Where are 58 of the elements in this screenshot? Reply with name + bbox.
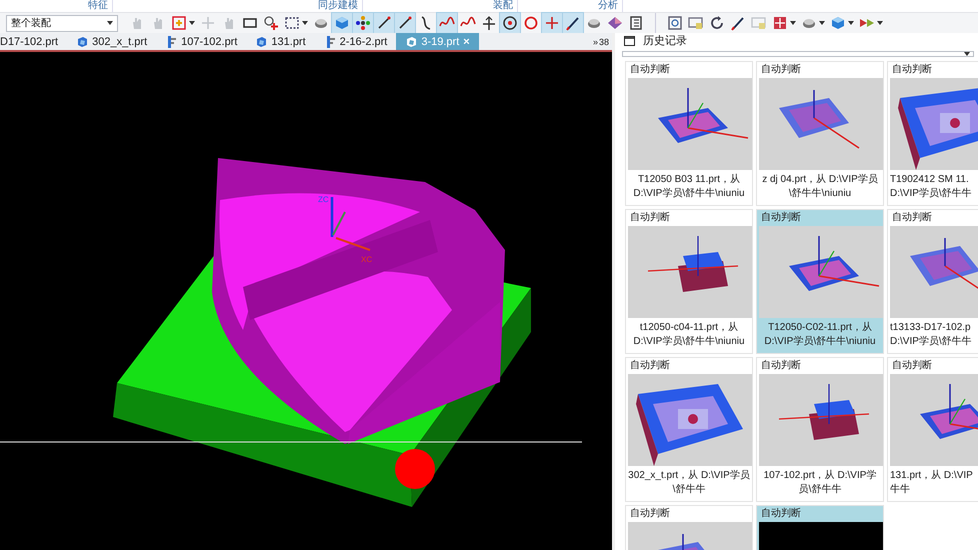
card-header: 自动判断 <box>760 358 802 373</box>
file-tab[interactable]: 302_x_t.prt <box>67 33 156 50</box>
file-caption: 131.prt，从 D:\VIP 牛牛 <box>890 468 974 497</box>
card-header: 自动判断 <box>891 62 933 77</box>
file-tab[interactable]: 131.prt <box>246 33 315 50</box>
file-caption: 107-102.prt，从 D:\VIP学 员\舒牛牛 <box>762 468 878 497</box>
file-caption: z dj 04.prt，从 D:\VIP学员 \舒牛牛\niuniu <box>761 172 879 201</box>
history-card[interactable]: 自动判断 <box>625 505 753 550</box>
history-card[interactable]: 自动判断 <box>756 505 884 550</box>
panel-title: 历史记录 <box>643 34 687 48</box>
history-card[interactable]: 自动判断 t12050-c04-11.prt，从 D:\VIP学员\舒牛牛\niuniu <box>625 209 753 354</box>
caret-icon <box>819 21 825 25</box>
history-card[interactable]: 自动判断 z dj 04.prt，从 D:\VIP学员 \舒牛牛\niuniu <box>756 61 884 206</box>
ribbon-group-label: 分析 <box>598 0 623 12</box>
caret-icon <box>107 21 113 25</box>
file-tab[interactable]: 107-102.prt <box>156 33 246 50</box>
part-icon <box>255 36 268 48</box>
file-caption: t12050-c04-11.prt，从 D:\VIP学员\舒牛牛\niuniu <box>632 320 746 349</box>
part-icon <box>76 36 88 48</box>
history-card[interactable]: 自动判断 T1902412 SM 11. D:\VIP学员\舒牛牛 <box>887 61 978 206</box>
history-card[interactable]: 自动判断 131.prt，从 D:\VIP 牛牛 <box>887 357 978 502</box>
file-caption: T12050-C02-11.prt，从 D:\VIP学员\舒牛牛\niuniu <box>763 320 877 349</box>
tab-overflow-chevron[interactable]: » <box>592 36 598 46</box>
part-icon <box>405 36 418 48</box>
ribbon-group-label: 特征 <box>0 0 113 12</box>
card-header: 自动判断 <box>629 210 671 225</box>
window-icon <box>624 36 635 46</box>
file-caption: T12050 B03 11.prt，从 D:\VIP学员\舒牛牛\niuniu <box>632 172 746 201</box>
axis-label: XC <box>361 255 372 264</box>
card-header: 自动判断 <box>760 210 802 225</box>
tab-count: 38 <box>598 36 609 46</box>
card-header: 自动判断 <box>629 358 671 373</box>
card-header: 自动判断 <box>891 358 933 373</box>
card-header: 自动判断 <box>891 210 933 225</box>
card-header: 自动判断 <box>629 62 671 77</box>
file-tab[interactable]: 2-16-2.prt <box>314 33 396 50</box>
caret-icon <box>189 21 195 25</box>
history-card[interactable]: 自动判断 T12050 B03 11.prt，从 D:\VIP学员\舒牛牛\niuniu <box>625 61 753 206</box>
caret-icon <box>790 21 796 25</box>
caret-icon <box>302 21 308 25</box>
caret-icon <box>848 21 854 25</box>
file-caption: 302_x_t.prt，从 D:\VIP学员 \舒牛牛 <box>628 468 750 497</box>
caret-icon <box>964 52 970 56</box>
file-tab[interactable]: D17-102.prt <box>0 33 68 50</box>
history-card[interactable]: 自动判断 107-102.prt，从 D:\VIP学 员\舒牛牛 <box>756 357 884 502</box>
file-caption: t13133-D17-102.p D:\VIP学员\舒牛牛 <box>890 321 973 349</box>
file-caption: T1902412 SM 11. D:\VIP学员\舒牛牛 <box>890 173 973 201</box>
history-card[interactable]: 自动判断 T12050-C02-11.prt，从 D:\VIP学员\舒牛牛\niuniu <box>756 209 884 354</box>
sphere <box>395 449 435 489</box>
caret-icon <box>877 21 883 25</box>
card-header: 自动判断 <box>629 506 671 521</box>
card-header: 自动判断 <box>760 62 802 77</box>
axis-label: ZC <box>318 195 329 204</box>
history-card[interactable]: 自动判断 t13133-D17-102.p D:\VIP学员\舒牛牛 <box>887 209 978 354</box>
coordinate-axes-icon <box>330 197 370 251</box>
history-card[interactable]: 自动判断 302_x_t.prt，从 D:\VIP学员 \舒牛牛 <box>625 357 753 502</box>
card-header: 自动判断 <box>760 506 802 521</box>
view-dropdown[interactable]: 整个装配 <box>6 14 118 32</box>
